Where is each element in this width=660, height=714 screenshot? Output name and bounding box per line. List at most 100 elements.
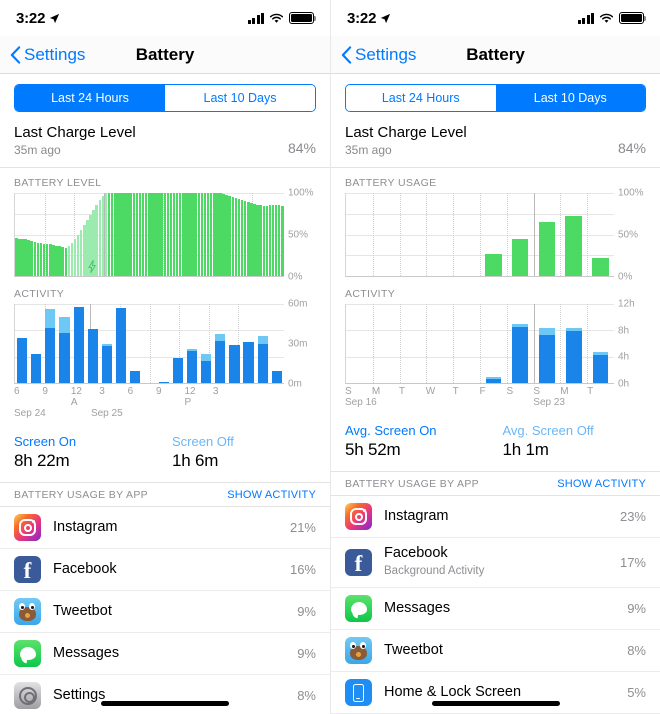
battery-usage-bar [511,239,529,276]
back-button[interactable]: Settings [10,45,85,65]
screen-on-label: Screen On [14,434,77,449]
app-usage-row[interactable]: f Facebook Background Activity 17% [331,538,660,588]
activity-x-tick: 12 A [70,386,82,408]
last-charge-title: Last Charge Level [345,124,467,141]
left-screen: 3:22 Settings Battery Last 24 Hours Last… [0,0,330,714]
app-usage-row[interactable]: Home & Lock Screen 5% [331,672,660,714]
time-range-segmented-control[interactable]: Last 24 Hours Last 10 Days [345,84,646,112]
dual-screenshot-container: 3:22 Settings Battery Last 24 Hours Last… [0,0,660,714]
activity-screen-on-segment [592,355,609,383]
screen-off-block: Avg. Screen Off 1h 1m [489,423,647,460]
location-arrow-icon [50,13,60,23]
battery-usage-bar-cell [534,193,561,276]
battery-usage-bar-cell [373,193,400,276]
app-usage-row[interactable]: Messages 9% [331,588,660,630]
app-usage-list: Instagram 21% f Facebook 16% Tweetbot 9% Messag… [0,507,330,714]
app-battery-percent: 8% [627,643,646,658]
last-charge-text-group: Last Charge Level 35m ago [14,123,136,157]
activity-bar-cell [128,304,142,383]
activity-bar-cell [100,304,114,383]
back-button[interactable]: Settings [341,45,416,65]
activity-x-tick: 3 [212,386,219,397]
activity-screen-on-segment [243,342,254,383]
time-range-segmented-control[interactable]: Last 24 Hours Last 10 Days [14,84,316,112]
segment-last-10-days[interactable]: Last 10 Days [495,85,645,111]
battery-usage-bar [592,257,609,276]
screen-on-block: Avg. Screen On 5h 52m [345,423,489,460]
cellular-signal-icon [577,12,594,24]
battery-level-plot [14,193,284,277]
status-bar-time-group: 3:22 [347,10,391,27]
app-usage-row[interactable]: Tweetbot 8% [331,630,660,672]
activity-plot [345,304,614,384]
show-activity-button[interactable]: SHOW ACTIVITY [557,478,646,490]
activity-x-axis-labels: SMTWTFSSMT [345,384,614,397]
app-subtitle: Background Activity [384,565,485,577]
screen-off-block: Screen Off 1h 6m [158,434,316,471]
segment-last-10-days[interactable]: Last 10 Days [165,85,315,111]
activity-screen-off-segment [45,309,56,328]
last-charge-level-row: Last Charge Level 35m ago 84% [0,121,330,168]
segment-last-24-hours[interactable]: Last 24 Hours [346,85,496,111]
activity-bar-cell [256,304,270,383]
battery-icon [619,12,647,24]
app-usage-row[interactable]: Instagram 23% [331,496,660,538]
y-tick-60m: 60m [288,298,308,310]
app-name-block: Home & Lock Screen [384,684,627,701]
activity-bar-cell [426,304,453,383]
app-usage-row[interactable]: f Facebook 16% [0,549,330,591]
activity-x-tick [113,386,127,408]
avg-screen-off-label: Avg. Screen Off [502,423,594,438]
home-indicator [101,701,229,706]
activity-y-axis: 12h 8h 4h 0h [614,299,646,411]
location-arrow-icon [381,13,391,23]
app-usage-row[interactable]: Messages 9% [0,633,330,675]
app-name: Tweetbot [384,642,443,658]
battery-usage-bar-cell [587,193,614,276]
activity-x-tick [241,386,255,408]
y-tick-30m: 30m [288,338,308,350]
y-tick-12h: 12h [618,298,635,310]
battery-usage-bar-cell [480,193,507,276]
activity-x-tick [57,386,71,408]
screen-time-summary: Avg. Screen On 5h 52m Avg. Screen Off 1h… [331,411,660,471]
status-time: 3:22 [16,9,46,27]
home-lock-screen-icon [345,679,372,706]
activity-x-axis-labels: 6 9 12 A 3 6 9 12 P 3 [14,384,284,408]
app-battery-percent: 8% [297,688,316,703]
wifi-icon [599,13,614,23]
activity-screen-on-segment [59,332,70,383]
app-name: Facebook [53,561,117,577]
activity-bar-cell [43,304,57,383]
activity-x-tick [270,386,284,408]
activity-x-tick: 6 [127,386,134,397]
back-button-label: Settings [355,44,417,64]
battery-usage-bar-cell [346,193,373,276]
activity-bars [15,304,284,383]
last-charge-percent: 84% [287,140,316,156]
app-battery-percent: 17% [619,555,646,570]
battery-usage-list-header: BATTERY USAGE BY APP SHOW ACTIVITY [331,471,660,496]
status-time: 3:22 [347,9,377,27]
status-bar-time-group: 3:22 [16,10,60,27]
activity-screen-on-segment [158,381,169,383]
messages-icon [14,640,41,667]
app-usage-row[interactable]: Tweetbot 9% [0,591,330,633]
segment-last-24-hours[interactable]: Last 24 Hours [15,85,165,111]
status-bar: 3:22 [0,0,330,36]
show-activity-button[interactable]: SHOW ACTIVITY [227,489,316,501]
screen-time-summary: Screen On 8h 22m Screen Off 1h 6m [0,422,330,482]
y-tick-50: 50% [288,229,309,241]
app-usage-row[interactable]: Settings 8% [0,675,330,714]
app-name: Tweetbot [53,603,112,619]
y-tick-0: 0% [288,271,303,283]
battery-usage-chart-header: BATTERY USAGE [345,177,437,189]
app-usage-row[interactable]: Instagram 21% [0,507,330,549]
screen-on-value: 8h 22m [14,451,70,470]
activity-x-tick: S [533,386,541,397]
app-name-block: Facebook Background Activity [384,545,620,580]
activity-date-labels: Sep 24 Sep 25 [14,408,284,422]
activity-chart-section: ACTIVITY [0,277,330,422]
activity-screen-on-segment [215,340,226,383]
activity-bar-cell [453,304,480,383]
